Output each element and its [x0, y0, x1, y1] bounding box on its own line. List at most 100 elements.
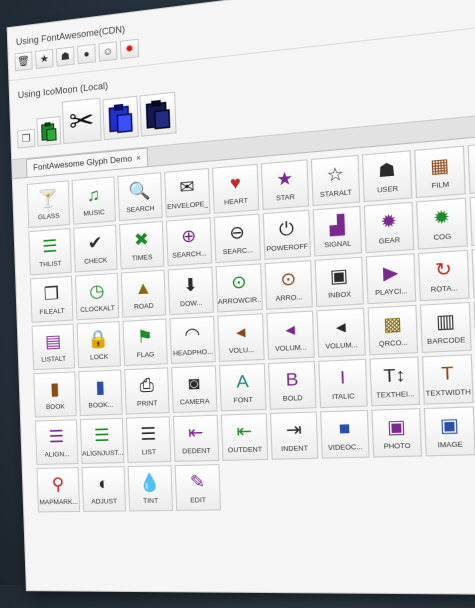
glyph-button[interactable]: T↕ TEXTHEI... — [369, 356, 420, 406]
glyph-icon: ▟ — [329, 213, 345, 238]
glyph-button[interactable]: 🍸 GLASS — [27, 180, 70, 228]
glyph-button[interactable]: 🗑TRAS... — [470, 193, 475, 246]
glyph-button[interactable]: ▮ BOOK — [33, 371, 77, 417]
glyph-button[interactable]: ▟ SIGNAL — [313, 206, 362, 257]
glyph-button[interactable]: T TEXTWIDTH — [422, 354, 474, 405]
glyph-button[interactable]: B BOLD — [268, 361, 316, 410]
glyph-icon: ⏻ — [279, 217, 295, 242]
glyph-button[interactable]: I ITALIC — [318, 359, 368, 408]
scissors-icon: ✂ — [68, 102, 95, 140]
glyph-button[interactable]: ❒ FILEALT — [30, 276, 73, 323]
glyph-button[interactable]: ☰ LIST — [126, 416, 171, 463]
glyph-button[interactable]: ⚲ MAPMARK... — [37, 467, 81, 512]
glyph-button[interactable]: ◂ VOLUM... — [266, 310, 314, 359]
glyph-label: CAMERA — [180, 398, 210, 406]
glyph-button[interactable]: ⇤ OUTDENT — [221, 413, 268, 461]
glyph-button[interactable]: ☆ STARALT — [311, 155, 360, 206]
trash-button[interactable]: 🗑 — [14, 51, 32, 71]
glyph-label: HEADPHO... — [173, 349, 213, 358]
glyph-button[interactable]: ■ VIDEOC... — [320, 410, 370, 459]
glyph-label: VOLUM... — [325, 342, 358, 351]
glyph-icon: ◂ — [336, 315, 347, 339]
paste-blue-button[interactable] — [102, 96, 138, 141]
glyph-label: MUSIC — [83, 209, 105, 218]
glyph-button[interactable]: 💧 TINT — [128, 465, 173, 511]
glyph-icon: ✉ — [179, 176, 195, 200]
glyph-button[interactable]: ◂ VOLU... — [217, 313, 264, 362]
glyph-button[interactable]: ▥ BARCODE — [420, 302, 472, 353]
glyph-button[interactable]: ↻ ROTA... — [418, 250, 470, 302]
glyph-label: PLAYCI... — [375, 288, 408, 298]
glyph-button[interactable]: ▣ PHOTO — [371, 408, 422, 457]
glyph-icon: ⚲ — [51, 474, 64, 497]
glyph-button[interactable]: ⊙ ARRO... — [265, 260, 313, 310]
star-button[interactable]: ★ — [35, 49, 54, 69]
github-button[interactable]: ● — [77, 44, 96, 64]
glyph-label: VOLUM... — [275, 344, 307, 353]
glyph-button[interactable]: ♥ HEART — [212, 164, 259, 214]
glyph-button[interactable]: ✉ ENVELOPE_ — [164, 168, 210, 218]
glyph-label: CHECK — [84, 257, 107, 266]
glyph-icon: ▣ — [387, 415, 407, 440]
glyph-button[interactable]: ☰ ALIGN... — [35, 419, 79, 465]
smile-button[interactable]: ☺ — [98, 41, 117, 62]
glyph-icon: ⇤ — [188, 421, 204, 444]
glyph-button[interactable]: ⊖ SEARC... — [214, 213, 261, 263]
glyph-button[interactable]: ▲ ROAD — [121, 270, 166, 318]
glyph-button[interactable]: ▤ LISTALT — [32, 324, 75, 371]
glyph-button[interactable]: ⊙ ARROWCIR... — [216, 263, 263, 312]
glyph-button[interactable]: ▩ QRCO... — [368, 305, 419, 355]
app-window: Using FontAwesome(CDN) 🗑 ★ ☗ ● ☺ ✹ Using… — [7, 0, 475, 595]
glyph-label: GLASS — [38, 213, 60, 222]
glyph-button[interactable]: ◂ VOLUM... — [316, 308, 366, 358]
glyph-icon: ■ — [338, 417, 351, 441]
paste-green-button[interactable] — [36, 116, 61, 147]
glyph-button[interactable]: A FONT — [219, 363, 266, 411]
glyph-grid: 🍸 GLASS ♫ MUSIC 🔍 SEARCH ✉ ENVELOPE_ ♥ HEART ★ STAR… — [13, 130, 475, 519]
glyph-label: FONT — [233, 397, 253, 405]
glyph-button[interactable]: ↻REPEAT — [472, 246, 475, 298]
glyph-button[interactable]: ▮ BOOK... — [78, 369, 122, 416]
glyph-button[interactable]: ☰ ALIGNJUST... — [80, 418, 124, 464]
glyph-button[interactable]: ◙ CAMERA — [171, 365, 217, 413]
glyph-button[interactable]: ⏻ POWEROFF — [263, 210, 311, 260]
glyph-button[interactable]: ✔ CHECK — [73, 225, 117, 273]
glyph-button[interactable]: ▦ FILM — [414, 146, 466, 199]
glyph-button[interactable]: ◐ ADJUST — [82, 466, 127, 512]
glyph-button[interactable]: ⇤ DEDENT — [173, 415, 219, 462]
glyph-button[interactable]: ⇥ INDENT — [270, 411, 319, 459]
glyph-button[interactable]: ⊕ SEARCH... — [166, 217, 212, 266]
glyph-button[interactable]: ▣ IMAGE — [424, 406, 475, 456]
glyph-button[interactable]: ◷ CLOCKALT — [75, 273, 119, 321]
glyph-button[interactable]: ✎ EDIT — [175, 464, 221, 511]
copy-button[interactable]: ❐ — [17, 129, 35, 149]
glyph-button[interactable]: ▦THLARGE — [468, 141, 475, 194]
glyph-button[interactable]: ☰ THLIST — [28, 228, 71, 275]
glyph-button[interactable]: 🔒 LOCK — [77, 321, 121, 368]
cog-button[interactable]: ✹ — [120, 39, 139, 60]
glyph-label: DOW... — [180, 300, 203, 309]
user-button[interactable]: ☗ — [56, 46, 75, 66]
glyph-button[interactable]: ▶ PLAYCI... — [366, 253, 417, 304]
scissors-button[interactable]: ✂ — [62, 98, 102, 145]
glyph-label: ENVELOPE_ — [167, 201, 208, 212]
glyph-icon: ◷ — [89, 280, 105, 303]
glyph-button[interactable]: ◠ HEADPHO... — [169, 316, 215, 364]
close-icon[interactable]: × — [136, 153, 141, 163]
glyph-icon: ▣ — [329, 264, 348, 289]
glyph-icon: 🍸 — [37, 187, 59, 211]
paste-navy-button[interactable] — [139, 92, 176, 137]
glyph-button[interactable]: ✹ GEAR — [364, 202, 415, 253]
glyph-button[interactable]: 🔍 SEARCH — [117, 172, 162, 221]
glyph-button[interactable]: ▣ INBOX — [315, 257, 364, 307]
glyph-button[interactable]: ♫ MUSIC — [72, 176, 116, 224]
glyph-button[interactable]: ⬇ DOW... — [168, 267, 214, 316]
glyph-button[interactable]: ★ STAR — [261, 159, 309, 210]
glyph-button[interactable]: ⚑ FLAG — [123, 318, 168, 366]
glyph-label: MAPMARK... — [39, 499, 78, 507]
glyph-button[interactable]: ✖ TIMES — [119, 221, 164, 270]
glyph-button[interactable]: ⎙ PRINT — [124, 367, 169, 414]
glyph-button[interactable]: ✹ COG — [416, 198, 468, 250]
glyph-label: BOLD — [283, 395, 303, 403]
glyph-button[interactable]: ☗ USER — [362, 150, 413, 202]
